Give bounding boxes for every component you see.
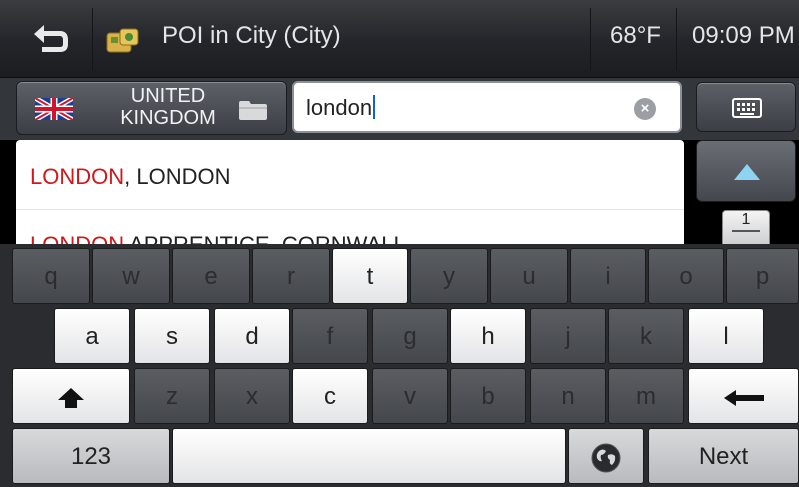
uk-flag-icon bbox=[35, 98, 73, 120]
country-name: UNITED KINGDOM bbox=[93, 85, 243, 129]
country-name-line1: UNITED bbox=[130, 85, 206, 107]
temperature-readout: 68°F bbox=[610, 22, 661, 49]
key-v[interactable]: v bbox=[372, 368, 448, 424]
divider bbox=[676, 8, 677, 70]
on-screen-keyboard: q w e r t y u i o p a s d f g h j k l z … bbox=[0, 244, 799, 487]
language-key[interactable] bbox=[568, 428, 644, 484]
key-i[interactable]: i bbox=[570, 248, 646, 304]
key-o[interactable]: o bbox=[648, 248, 724, 304]
key-y[interactable]: y bbox=[410, 248, 488, 304]
key-e[interactable]: e bbox=[172, 248, 250, 304]
key-g[interactable]: g bbox=[372, 308, 448, 364]
page-number: 1 bbox=[741, 211, 751, 228]
numbers-key[interactable]: 123 bbox=[12, 428, 170, 484]
scroll-up-button[interactable] bbox=[696, 140, 796, 202]
poi-category-icon bbox=[106, 28, 139, 53]
results-list: LONDON, LONDON LONDON APPRENTICE, CORNWA… bbox=[16, 140, 684, 250]
shift-key[interactable] bbox=[12, 368, 130, 424]
folder-icon bbox=[239, 101, 267, 120]
clear-icon[interactable]: × bbox=[634, 98, 656, 120]
result-label: LONDON, LONDON bbox=[30, 164, 230, 190]
search-query: london bbox=[306, 95, 373, 120]
key-x[interactable]: x bbox=[214, 368, 290, 424]
search-input-text: london bbox=[306, 95, 376, 121]
text-caret bbox=[373, 95, 376, 119]
next-key[interactable]: Next bbox=[648, 428, 799, 484]
list-item[interactable]: LONDON, LONDON bbox=[16, 142, 684, 210]
country-name-line2: KINGDOM bbox=[120, 107, 216, 129]
up-arrow-icon bbox=[734, 164, 760, 180]
key-q[interactable]: q bbox=[12, 248, 90, 304]
country-selector-button[interactable]: UNITED KINGDOM bbox=[16, 81, 287, 135]
keyboard-toggle-button[interactable] bbox=[696, 82, 796, 132]
key-d[interactable]: d bbox=[214, 308, 290, 364]
key-r[interactable]: r bbox=[252, 248, 330, 304]
shift-icon bbox=[58, 387, 84, 408]
title-bar: POI in City (City) 68°F 09:09 PM bbox=[0, 0, 799, 78]
key-b[interactable]: b bbox=[450, 368, 526, 424]
key-a[interactable]: a bbox=[54, 308, 130, 364]
keyboard-icon bbox=[732, 98, 762, 118]
divider bbox=[92, 8, 93, 70]
key-w[interactable]: w bbox=[92, 248, 170, 304]
key-s[interactable]: s bbox=[134, 308, 210, 364]
page-divider bbox=[732, 230, 760, 232]
key-u[interactable]: u bbox=[490, 248, 568, 304]
key-h[interactable]: h bbox=[450, 308, 526, 364]
backspace-key[interactable] bbox=[688, 368, 799, 424]
key-p[interactable]: p bbox=[726, 248, 799, 304]
key-z[interactable]: z bbox=[134, 368, 210, 424]
globe-icon bbox=[591, 443, 621, 473]
key-m[interactable]: m bbox=[608, 368, 684, 424]
key-j[interactable]: j bbox=[530, 308, 606, 364]
backspace-icon bbox=[723, 389, 764, 406]
key-l[interactable]: l bbox=[688, 308, 764, 364]
key-f[interactable]: f bbox=[292, 308, 368, 364]
key-c[interactable]: c bbox=[292, 368, 368, 424]
back-arrow-icon bbox=[34, 25, 68, 52]
clock: 09:09 PM bbox=[692, 22, 795, 49]
key-n[interactable]: n bbox=[530, 368, 606, 424]
search-input[interactable]: london × bbox=[292, 81, 682, 133]
result-rest: , LONDON bbox=[124, 164, 231, 189]
key-k[interactable]: k bbox=[608, 308, 684, 364]
divider bbox=[590, 8, 591, 70]
space-key[interactable] bbox=[172, 428, 566, 484]
key-t[interactable]: t bbox=[332, 248, 408, 304]
back-button[interactable] bbox=[12, 12, 90, 68]
result-match: LONDON bbox=[30, 164, 125, 189]
search-row: UNITED KINGDOM london × bbox=[0, 78, 799, 140]
page-title: POI in City (City) bbox=[162, 22, 341, 49]
